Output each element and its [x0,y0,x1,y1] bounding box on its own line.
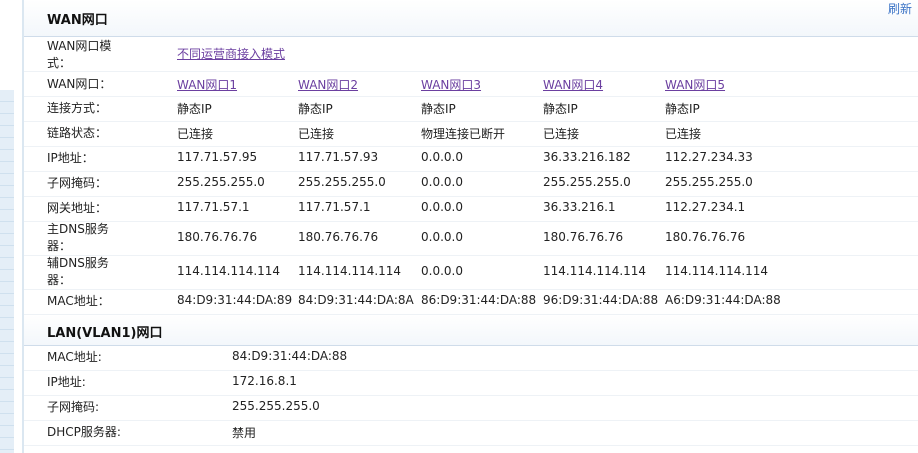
row-value: 117.71.57.93 [298,150,379,164]
row-value: 255.255.255.0 [665,175,753,189]
row-label: MAC地址： [47,294,110,308]
row-value: 36.33.216.182 [543,150,631,164]
lan-subnet-row: 子网掩码: 255.255.255.0 [24,396,918,421]
row-value: 112.27.234.1 [665,200,746,214]
row-value: 物理连接已断开 [421,127,506,141]
lan-mac-row: MAC地址: 84:D9:31:44:DA:88 [24,346,918,371]
row-label: 子网掩码: [47,400,100,414]
lan-ip-row: IP地址: 172.16.8.1 [24,371,918,396]
refresh-link[interactable]: 刷新 [888,0,912,17]
row-value: A6:D9:31:44:DA:88 [665,293,781,307]
wan-primary-dns-row: 主DNS服务器： 180.76.76.76 180.76.76.76 0.0.0… [24,222,918,256]
row-label: 辅DNS服务器： [47,256,109,287]
wan-ip-row: IP地址： 117.71.57.95 117.71.57.93 0.0.0.0 … [24,147,918,172]
row-value: 180.76.76.76 [665,230,746,244]
row-value: 180.76.76.76 [177,230,258,244]
row-value: 0.0.0.0 [421,200,463,214]
wan-secondary-dns-row: 辅DNS服务器： 114.114.114.114 114.114.114.114… [24,256,918,290]
row-value: 255.255.255.0 [232,399,320,413]
lan-dhcp-row: DHCP服务器: 禁用 [24,421,918,446]
row-label: 子网掩码： [47,176,108,190]
row-label: 链路状态： [47,126,108,140]
row-value: 84:D9:31:44:DA:89 [177,293,293,307]
wan-gateway-row: 网关地址： 117.71.57.1 117.71.57.1 0.0.0.0 36… [24,197,918,222]
row-value: 117.71.57.1 [298,200,371,214]
wan-port-5-link[interactable]: WAN网口5 [665,76,725,93]
lan-section-title: LAN(VLAN1)网口 [47,326,163,341]
row-value: 0.0.0.0 [421,230,463,244]
row-value: 114.114.114.114 [298,264,402,278]
wan-port-label: WAN网口： [47,77,112,91]
row-value: 255.255.255.0 [543,175,631,189]
row-value: 静态IP [421,102,456,116]
row-value: 114.114.114.114 [665,264,769,278]
row-value: 84:D9:31:44:DA:88 [232,349,348,363]
row-label: 连接方式： [47,101,108,115]
row-label: DHCP服务器: [47,425,121,439]
row-label: IP地址: [47,375,86,389]
row-value: 0.0.0.0 [421,175,463,189]
row-value: 117.71.57.95 [177,150,258,164]
row-value: 112.27.234.33 [665,150,753,164]
wan-port-2-link[interactable]: WAN网口2 [298,76,358,93]
row-label: MAC地址: [47,350,102,364]
row-value: 255.255.255.0 [298,175,386,189]
left-frame [0,0,24,453]
wan-mac-row: MAC地址： 84:D9:31:44:DA:89 84:D9:31:44:DA:… [24,290,918,315]
row-value: 117.71.57.1 [177,200,250,214]
wan-section-header: WAN网口 [24,0,918,37]
row-value: 255.255.255.0 [177,175,265,189]
wan-subnet-row: 子网掩码： 255.255.255.0 255.255.255.0 0.0.0.… [24,172,918,197]
row-value: 180.76.76.76 [298,230,379,244]
wan-section-title: WAN网口 [47,13,108,28]
row-value: 已连接 [665,127,702,141]
row-value: 已连接 [543,127,580,141]
row-value: 84:D9:31:44:DA:8A [298,293,414,307]
row-value: 172.16.8.1 [232,374,297,388]
lan-section-header: LAN(VLAN1)网口 [24,315,918,346]
wan-mode-link[interactable]: 不同运营商接入模式 [177,45,285,62]
row-value: 96:D9:31:44:DA:88 [543,293,659,307]
row-value: 已连接 [177,127,214,141]
row-value: 已连接 [298,127,335,141]
wan-port-4-link[interactable]: WAN网口4 [543,76,603,93]
row-value: 114.114.114.114 [177,264,281,278]
wan-conn-type-row: 连接方式： 静态IP 静态IP 静态IP 静态IP 静态IP [24,97,918,122]
wan-mode-row: WAN网口模式： 不同运营商接入模式 [24,37,918,72]
wan-port-1-link[interactable]: WAN网口1 [177,76,237,93]
row-value: 禁用 [232,426,257,440]
left-frame-stripes [0,90,14,453]
row-label: 网关地址： [47,201,108,215]
row-value: 36.33.216.1 [543,200,616,214]
row-value: 0.0.0.0 [421,150,463,164]
row-label: IP地址： [47,151,94,165]
wan-port-row: WAN网口： WAN网口1 WAN网口2 WAN网口3 WAN网口4 WAN网口… [24,72,918,97]
row-value: 180.76.76.76 [543,230,624,244]
wan-mode-label: WAN网口模式： [47,39,112,70]
row-value: 静态IP [177,102,212,116]
wan-port-3-link[interactable]: WAN网口3 [421,76,481,93]
wan-link-status-row: 链路状态： 已连接 已连接 物理连接已断开 已连接 已连接 [24,122,918,147]
row-value: 86:D9:31:44:DA:88 [421,293,537,307]
row-value: 静态IP [543,102,578,116]
row-value: 0.0.0.0 [421,264,463,278]
row-value: 静态IP [298,102,333,116]
row-label: 主DNS服务器： [47,222,109,253]
row-value: 静态IP [665,102,700,116]
row-value: 114.114.114.114 [543,264,647,278]
